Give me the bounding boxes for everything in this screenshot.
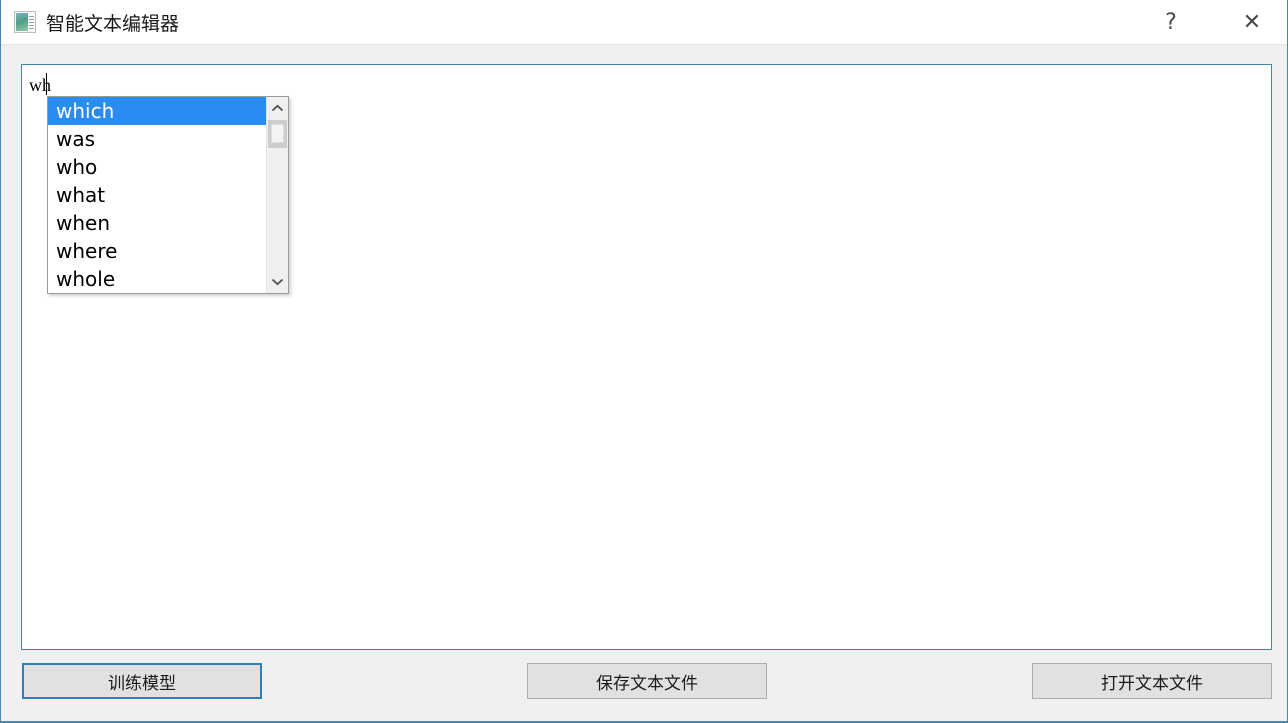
autocomplete-list[interactable]: which was who what when where whole [48,97,266,293]
text-caret [46,73,47,95]
text-editor-icon [14,11,36,33]
window-title: 智能文本编辑器 [46,13,180,35]
open-text-file-button[interactable]: 打开文本文件 [1032,663,1272,699]
close-button[interactable]: ✕ [1229,0,1275,44]
scrollbar-thumb[interactable] [268,120,287,148]
save-text-file-button[interactable]: 保存文本文件 [527,663,767,699]
editor-content: wh [29,75,51,95]
app-window: 智能文本编辑器 ? ✕ wh which was who what when w… [0,0,1288,723]
list-item[interactable]: which [48,97,266,125]
title-bar: 智能文本编辑器 ? ✕ [1,0,1287,45]
close-icon: ✕ [1242,9,1262,35]
list-item[interactable]: who [48,153,266,181]
list-item[interactable]: when [48,209,266,237]
list-item[interactable]: whole [48,265,266,293]
autocomplete-popup[interactable]: which was who what when where whole [47,96,289,294]
chevron-up-icon[interactable] [267,98,288,119]
chevron-down-icon[interactable] [267,271,288,292]
question-mark-icon: ? [1165,9,1177,35]
train-model-button[interactable]: 训练模型 [22,663,262,699]
list-item[interactable]: where [48,237,266,265]
list-item[interactable]: was [48,125,266,153]
list-item[interactable]: what [48,181,266,209]
help-button[interactable]: ? [1148,0,1194,44]
autocomplete-scrollbar[interactable] [266,97,288,293]
